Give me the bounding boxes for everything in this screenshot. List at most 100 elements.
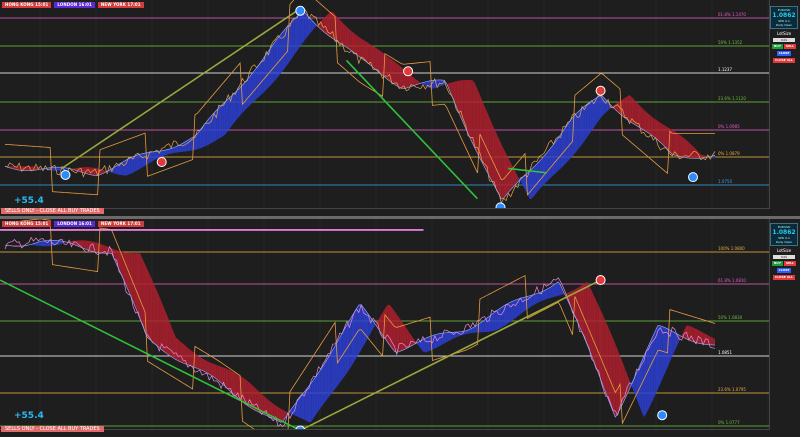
close-all-button[interactable]: CLOSE ALL <box>773 58 795 63</box>
bear-ribbon <box>679 134 682 157</box>
bull-ribbon <box>425 337 428 353</box>
bear-ribbon <box>399 317 402 352</box>
bear-ribbon <box>197 355 200 370</box>
sell-button[interactable]: SELL <box>783 261 796 266</box>
bull-ribbon <box>306 385 309 423</box>
bull-ribbon <box>584 104 587 142</box>
bear-ribbon <box>503 148 507 199</box>
bull-ribbon <box>325 358 328 402</box>
bull-ribbon <box>660 325 663 384</box>
bull-ribbon <box>548 147 552 180</box>
bull-ribbon <box>439 333 442 347</box>
bull-ribbon <box>529 168 533 200</box>
bull-ribbon <box>501 305 504 328</box>
lot-size-input[interactable] <box>773 38 795 42</box>
bear-ribbon <box>354 33 357 55</box>
bull-ribbon <box>427 80 431 89</box>
buy-button[interactable]: BUY <box>772 261 783 266</box>
bear-ribbon <box>375 47 378 72</box>
bull-ribbon <box>548 286 552 299</box>
bull-ribbon <box>40 241 43 247</box>
lot-size-input[interactable] <box>773 255 795 259</box>
sell-signal-icon <box>403 66 414 77</box>
bear-ribbon <box>118 250 122 275</box>
bull-ribbon <box>135 154 138 172</box>
bull-ribbon <box>586 102 590 138</box>
bull-ribbon <box>244 79 248 111</box>
chart-pane-bottom[interactable]: HONG KONG 15:01 LONDON 16:01 NEW YORK 17… <box>0 219 800 437</box>
fib-level-label: 0% 1.0879 <box>718 151 740 156</box>
bear-ribbon <box>216 364 219 381</box>
bull-ribbon <box>558 134 561 171</box>
bear-ribbon <box>498 138 502 200</box>
bear-ribbon <box>209 361 212 376</box>
bull-ribbon <box>223 101 226 136</box>
bull-ribbon <box>232 92 236 125</box>
bear-ribbon <box>223 367 226 388</box>
bear-ribbon <box>373 46 376 70</box>
bear-ribbon <box>586 281 590 350</box>
session-tag: LONDON 16:01 <box>54 221 95 227</box>
bear-ribbon <box>92 167 96 176</box>
bear-ribbon <box>323 16 326 34</box>
bear-ribbon <box>137 253 141 320</box>
close-all-button[interactable]: CLOSE ALL <box>773 275 795 280</box>
sell-signal-icon <box>595 275 606 286</box>
bull-ribbon <box>299 12 302 48</box>
bear-ribbon <box>479 95 483 163</box>
bear-ribbon <box>408 331 412 348</box>
bear-ribbon <box>491 122 495 186</box>
price-readout: 1.0862 <box>772 12 796 19</box>
time-axis[interactable] <box>0 208 770 216</box>
session-tag: NEW YORK 17:01 <box>97 221 144 227</box>
bear-ribbon <box>591 290 594 362</box>
bear-ribbon <box>584 281 587 344</box>
bull-ribbon <box>330 349 333 396</box>
bear-ribbon <box>650 115 654 137</box>
bear-ribbon <box>365 41 369 64</box>
bull-ribbon <box>510 300 514 322</box>
bull-ribbon <box>221 103 224 138</box>
bull-ribbon <box>555 281 559 297</box>
chart-pane-top[interactable]: HONG KONG 15:01 LONDON 16:01 NEW YORK 17… <box>0 0 800 216</box>
bull-ribbon <box>323 361 326 405</box>
sell-button[interactable]: SELL <box>783 44 796 49</box>
bull-ribbon <box>672 331 675 357</box>
bear-ribbon <box>648 113 651 135</box>
bull-ribbon <box>534 163 537 196</box>
bull-ribbon <box>565 124 568 164</box>
close-button[interactable]: CLOSE <box>776 268 792 273</box>
buy-button[interactable]: BUY <box>772 44 783 49</box>
bull-ribbon <box>444 332 447 344</box>
bull-ribbon <box>275 37 279 80</box>
bear-ribbon <box>387 304 390 346</box>
bear-ribbon <box>206 360 210 375</box>
bear-ribbon <box>183 343 186 364</box>
bull-ribbon <box>553 283 556 298</box>
buy-signal-icon <box>688 172 698 183</box>
time-axis[interactable] <box>0 429 770 437</box>
bear-ribbon <box>710 336 713 345</box>
session-tag: HONG KONG 15:01 <box>2 221 52 227</box>
fib-level-label: 61.8% 1.0810 <box>718 278 746 283</box>
fib-level-label: 100% 1.0800 <box>718 246 745 251</box>
fib-level-label: 23.6% 1.0795 <box>718 387 746 392</box>
daily-open-label: Daily Open <box>775 240 793 244</box>
bull-ribbon <box>261 57 264 95</box>
bull-ribbon <box>149 152 153 163</box>
bull-ribbon <box>596 96 599 125</box>
bull-ribbon <box>187 138 191 152</box>
bear-ribbon <box>712 337 715 346</box>
bear-ribbon <box>83 240 86 250</box>
bull-ribbon <box>570 117 573 159</box>
bull-ribbon <box>249 73 252 106</box>
bull-ribbon <box>532 294 535 306</box>
bull-ribbon <box>140 153 143 169</box>
price-chart-top[interactable] <box>0 0 770 216</box>
close-button[interactable]: CLOSE <box>776 51 792 56</box>
session-tag: LONDON 16:01 <box>54 2 95 8</box>
fib-level-label: 1.0750 <box>718 179 732 184</box>
bull-ribbon <box>567 120 571 162</box>
bear-ribbon <box>489 117 492 181</box>
price-chart-bottom[interactable] <box>0 219 770 437</box>
